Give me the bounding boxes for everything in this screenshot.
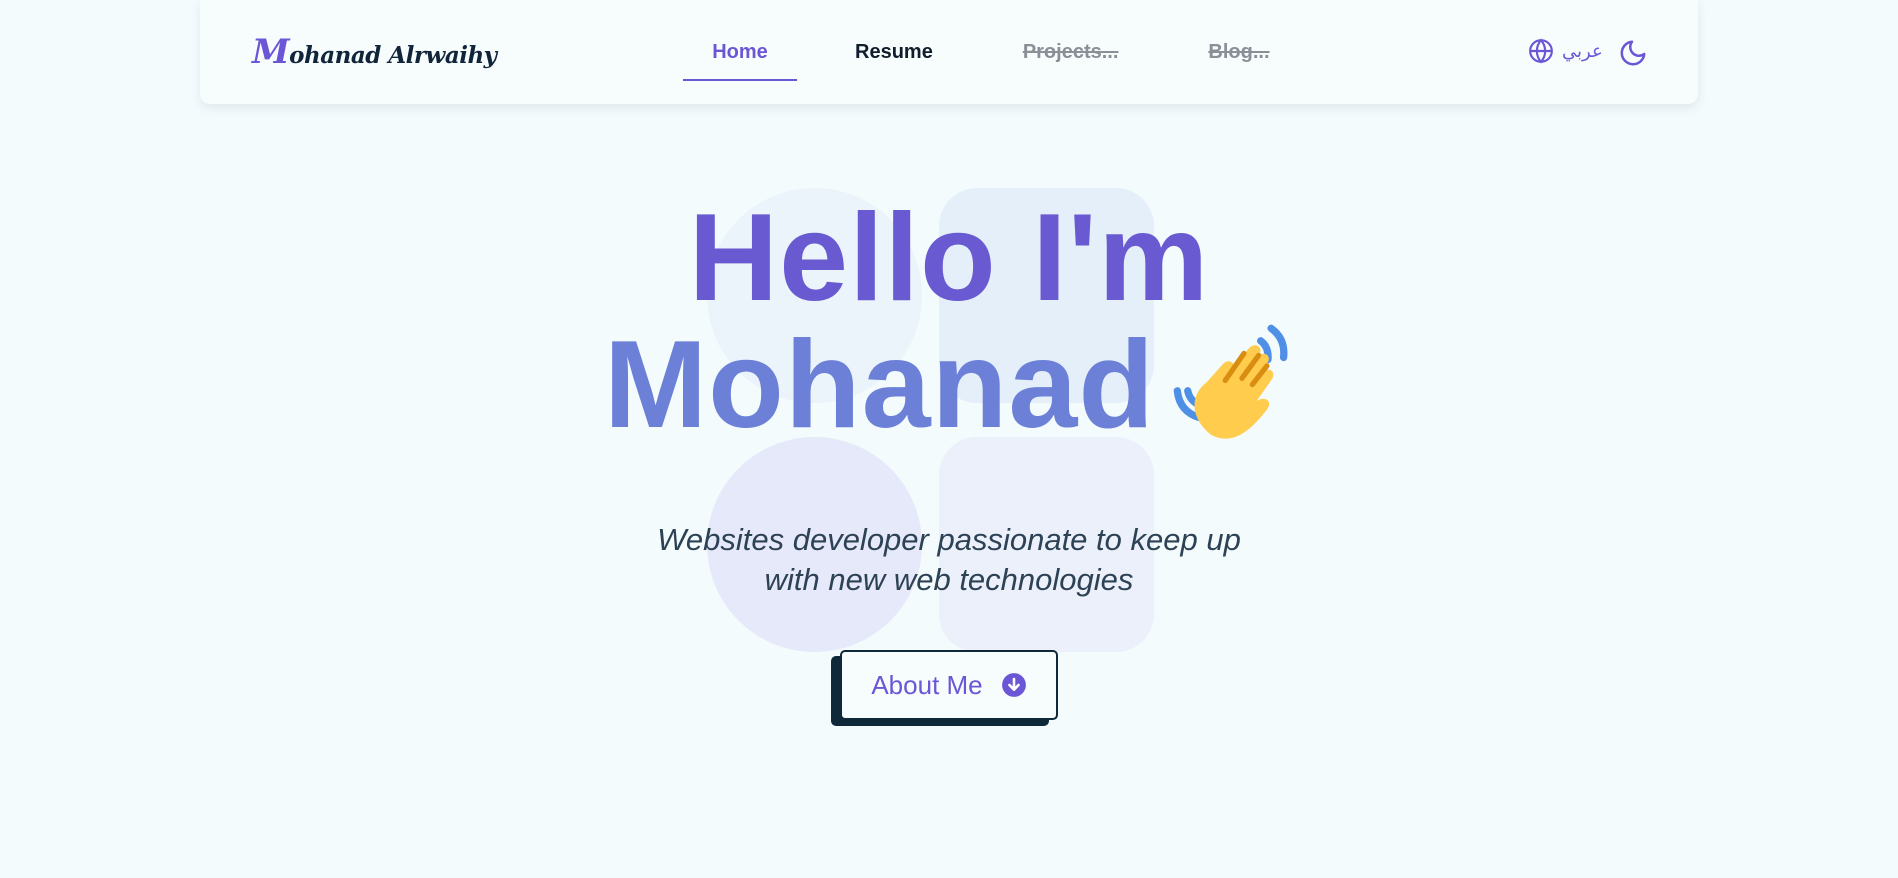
nav-link-resume[interactable]: Resume bbox=[855, 0, 933, 104]
site-logo[interactable]: Mohanad Alrwaihy bbox=[252, 32, 497, 72]
arrow-down-circle-icon bbox=[1001, 672, 1027, 698]
moon-icon bbox=[1618, 40, 1648, 72]
tagline-line-1: Websites developer passionate to keep up bbox=[657, 522, 1241, 557]
language-switch[interactable]: عربي bbox=[1528, 38, 1603, 64]
hero-tagline: Websites developer passionate to keep up… bbox=[0, 520, 1898, 600]
headline-line-2-wrapper: Mohanad bbox=[0, 320, 1898, 447]
tagline-line-2: with new web technologies bbox=[764, 562, 1134, 597]
logo-text: ohanad Alrwaihy bbox=[289, 42, 497, 69]
nav-links: Home Resume Projects... Blog... bbox=[683, 0, 1270, 104]
nav-link-home[interactable]: Home bbox=[683, 0, 797, 104]
nav-link-blog: Blog... bbox=[1208, 40, 1270, 63]
navbar: Mohanad Alrwaihy Home Resume Projects...… bbox=[200, 0, 1698, 104]
language-label: عربي bbox=[1562, 40, 1603, 61]
globe-icon bbox=[1528, 38, 1554, 64]
about-me-button[interactable]: About Me bbox=[840, 650, 1058, 720]
headline-line-1: Hello I'm bbox=[688, 189, 1210, 327]
logo-initial: M bbox=[252, 32, 290, 72]
hero-headline: Hello I'm Mohanad bbox=[0, 196, 1898, 447]
about-me-label: About Me bbox=[871, 669, 983, 700]
headline-line-2: Mohanad bbox=[603, 316, 1156, 454]
waving-hand-icon bbox=[1169, 320, 1294, 445]
nav-link-projects: Projects... bbox=[1022, 40, 1119, 63]
theme-toggle-button[interactable] bbox=[1618, 38, 1648, 68]
